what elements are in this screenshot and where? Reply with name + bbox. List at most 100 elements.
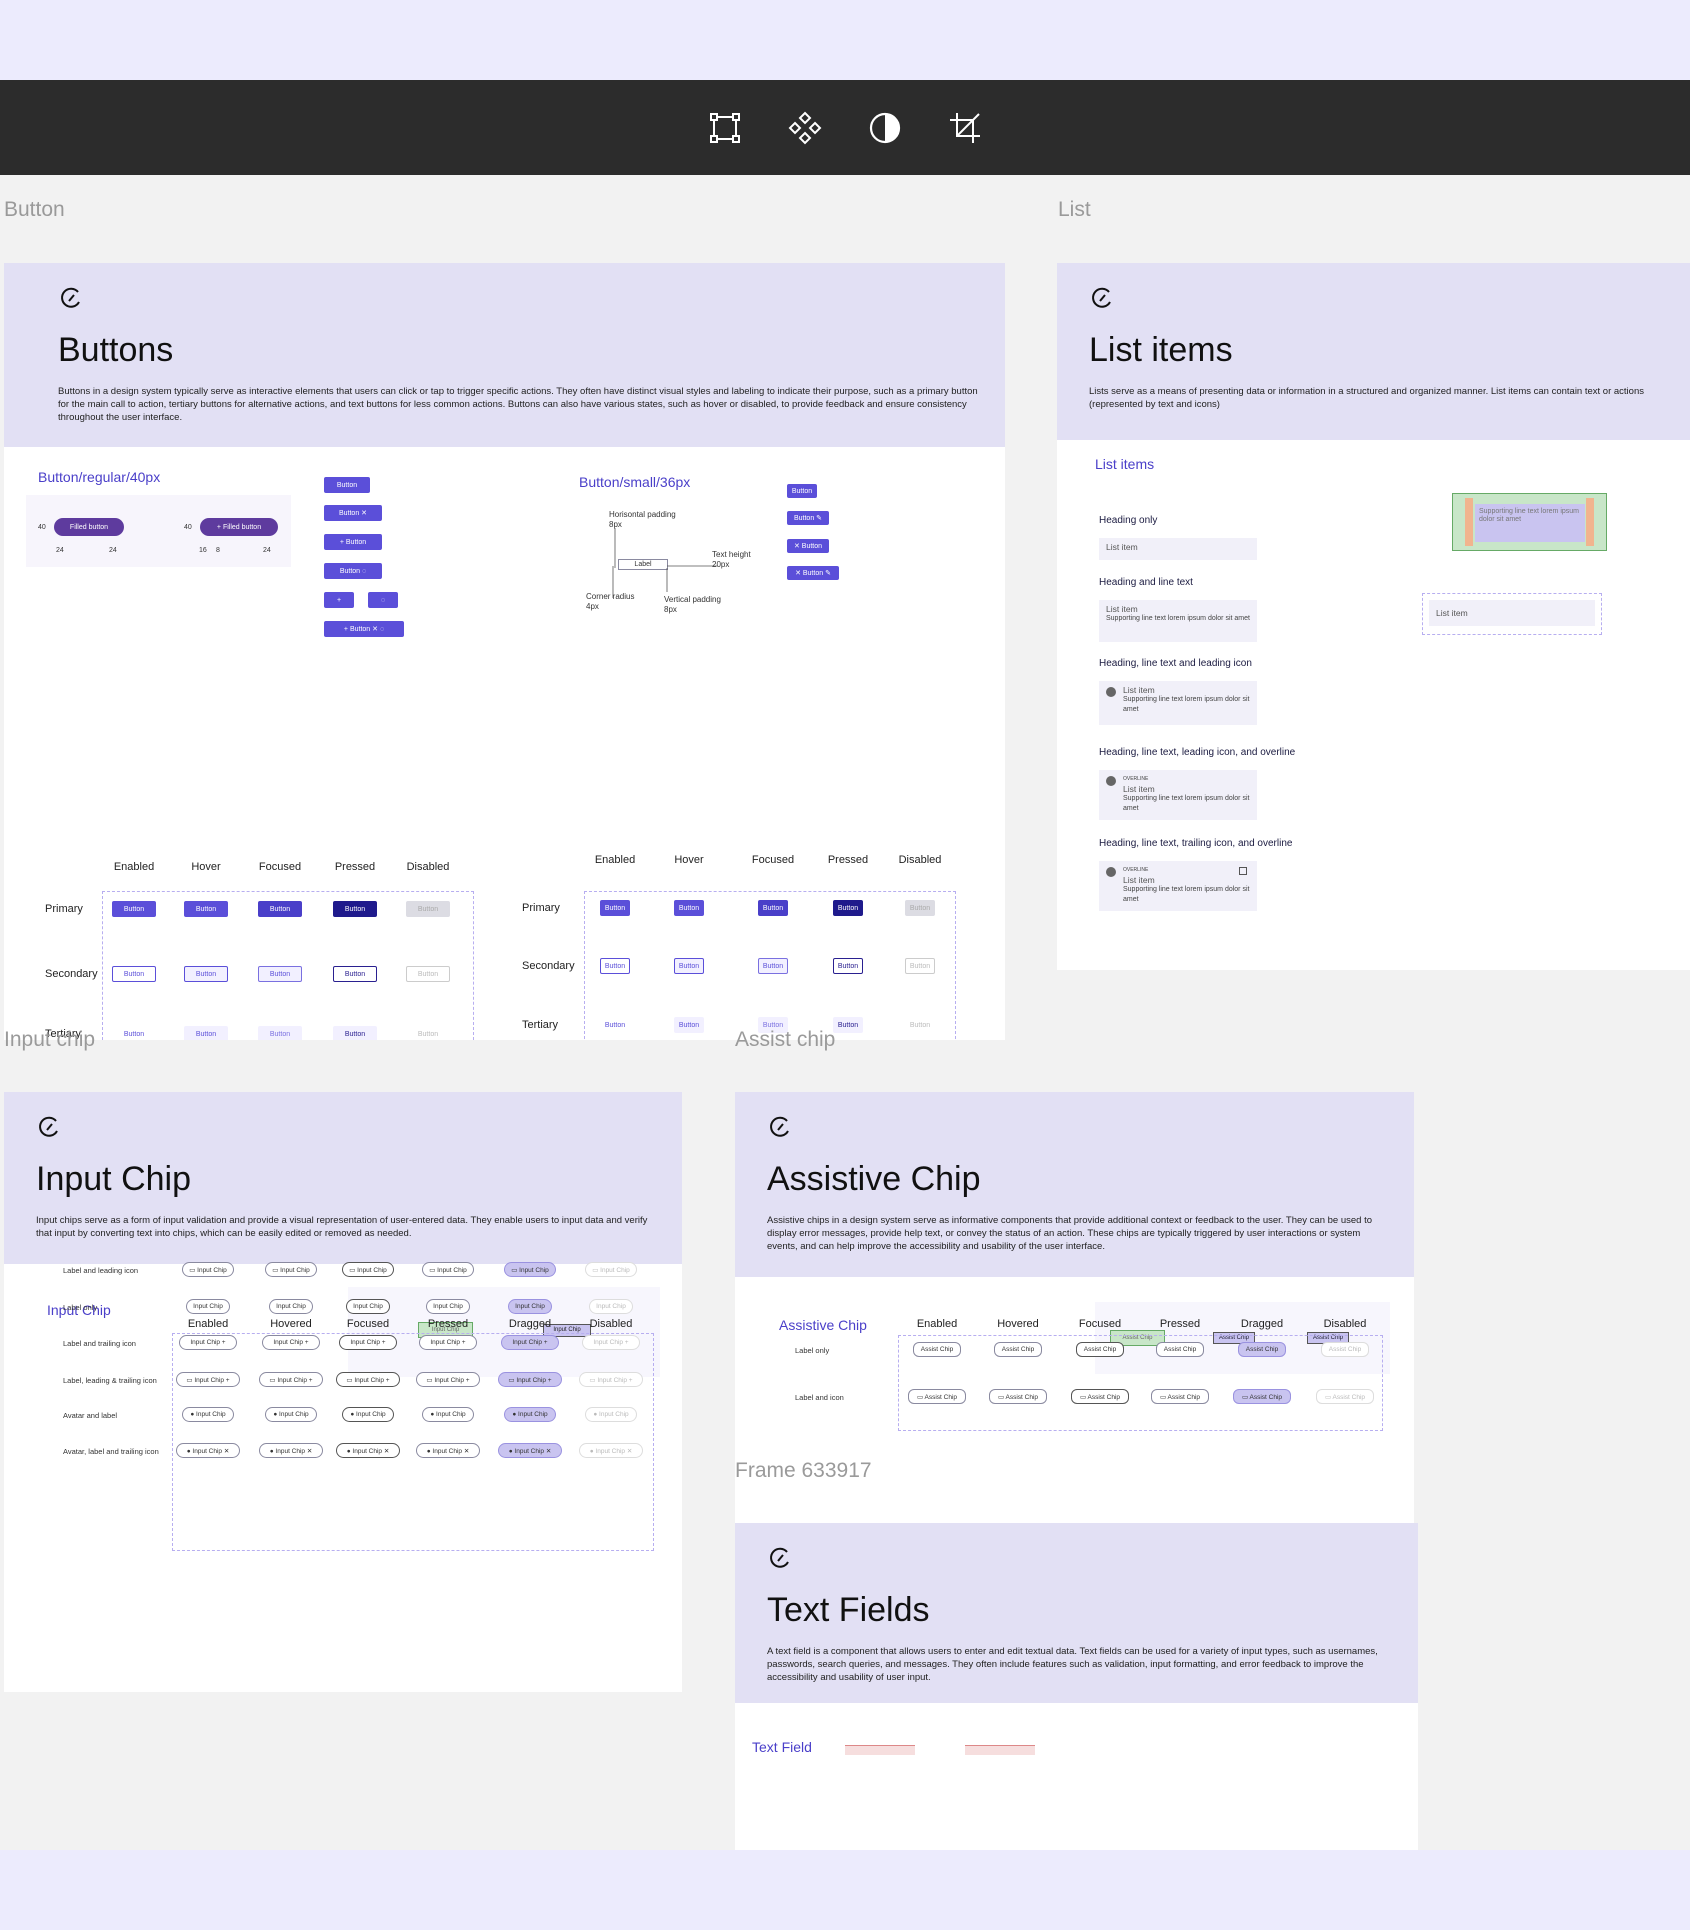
input-chip[interactable]: ▭ Input Chip + (336, 1372, 400, 1387)
input-chip[interactable]: Input Chip + (582, 1335, 640, 1350)
matrix-button[interactable]: Button (905, 1017, 935, 1033)
frame-icon[interactable] (706, 109, 744, 147)
matrix-button[interactable]: Button (184, 901, 228, 917)
matrix-button[interactable]: Button (258, 966, 302, 982)
matrix-button[interactable]: Button (600, 1017, 630, 1033)
list-item[interactable]: List item Supporting line text lorem ipsu… (1099, 681, 1257, 725)
input-chip[interactable]: Input Chip (589, 1299, 633, 1314)
matrix-button[interactable]: Button (905, 900, 935, 916)
matrix-button[interactable]: Button (184, 1026, 228, 1040)
matrix-button[interactable]: Button (674, 958, 704, 974)
assist-chip[interactable]: ▭ Assist Chip (989, 1389, 1047, 1404)
assist-chip[interactable]: ▭ Assist Chip (1071, 1389, 1129, 1404)
assist-chip[interactable]: Assist Chip (1156, 1342, 1204, 1357)
input-chip[interactable]: ● Input Chip ✕ (336, 1443, 400, 1458)
assist-chip[interactable]: Assist Chip (1321, 1342, 1369, 1357)
input-chip[interactable]: ● Input Chip (265, 1407, 317, 1422)
sample-button-full[interactable]: + Button ✕ ◌ (324, 621, 404, 637)
input-chip[interactable]: ▭ Input Chip (342, 1262, 394, 1277)
input-chip[interactable]: ▭ Input Chip + (416, 1372, 480, 1387)
input-chip[interactable]: Input Chip + (501, 1335, 559, 1350)
matrix-button[interactable]: Button (905, 958, 935, 974)
sample-button-loading[interactable]: Button ◌ (324, 563, 382, 579)
list-item[interactable]: List item (1429, 600, 1595, 626)
matrix-button[interactable]: Button (758, 958, 788, 974)
list-item[interactable]: List item Supporting line text lorem ipsu… (1099, 600, 1257, 642)
small-button[interactable]: Button (787, 484, 817, 498)
input-chip[interactable]: Input Chip (426, 1299, 470, 1314)
matrix-button[interactable]: Button (674, 1017, 704, 1033)
components-icon[interactable] (786, 109, 824, 147)
matrix-button[interactable]: Button (406, 901, 450, 917)
list-item[interactable]: List item (1099, 538, 1257, 560)
input-chip[interactable]: ▭ Input Chip (585, 1262, 637, 1277)
matrix-button[interactable]: Button (600, 900, 630, 916)
input-chip[interactable]: Input Chip (186, 1299, 230, 1314)
list-item[interactable]: OVERLINE List item Supporting line text lo… (1099, 770, 1257, 820)
matrix-button[interactable]: Button (112, 966, 156, 982)
matrix-button[interactable]: Button (600, 958, 630, 974)
input-chip[interactable]: Input Chip + (419, 1335, 477, 1350)
input-chip[interactable]: ● Input Chip (422, 1407, 474, 1422)
assist-chip[interactable]: Assist Chip (913, 1342, 961, 1357)
matrix-button[interactable]: Button (112, 1026, 156, 1040)
input-chip[interactable]: ● Input Chip ✕ (259, 1443, 323, 1458)
input-chip[interactable]: ● Input Chip (342, 1407, 394, 1422)
filled-button[interactable]: Filled button (54, 518, 124, 536)
input-chip[interactable]: ▭ Input Chip (265, 1262, 317, 1277)
frame-label-frame[interactable]: Frame 633917 (735, 1459, 872, 1483)
assist-chip[interactable]: ▭ Assist Chip (1316, 1389, 1374, 1404)
small-button-close[interactable]: ✕ Button (787, 539, 829, 553)
matrix-button[interactable]: Button (758, 900, 788, 916)
frame-label-input-chip[interactable]: Input chip (4, 1028, 95, 1052)
input-chip[interactable]: Input Chip + (179, 1335, 237, 1350)
frame-label-assist-chip[interactable]: Assist chip (735, 1028, 835, 1052)
icon-only-button-plus[interactable]: + (324, 592, 354, 608)
matrix-button[interactable]: Button (833, 900, 863, 916)
small-button-edit[interactable]: Button ✎ (787, 511, 829, 525)
input-chip[interactable]: Input Chip (346, 1299, 390, 1314)
matrix-button[interactable]: Button (333, 966, 377, 982)
input-chip[interactable]: ● Input Chip (182, 1407, 234, 1422)
input-chip[interactable]: ▭ Input Chip + (176, 1372, 240, 1387)
assist-chip[interactable]: Assist Chip (1076, 1342, 1124, 1357)
matrix-button[interactable]: Button (406, 1026, 450, 1040)
checkbox-icon[interactable] (1239, 867, 1247, 875)
input-chip[interactable]: ▭ Input Chip + (579, 1372, 643, 1387)
sample-button-plus[interactable]: + Button (324, 534, 382, 550)
input-chip[interactable]: Input Chip (269, 1299, 313, 1314)
input-chip[interactable]: Input Chip + (262, 1335, 320, 1350)
filled-button-icon[interactable]: + Filled button (200, 518, 278, 536)
matrix-button[interactable]: Button (833, 958, 863, 974)
input-chip[interactable]: ▭ Input Chip (182, 1262, 234, 1277)
small-button-full[interactable]: ✕ Button ✎ (787, 566, 839, 580)
assist-chip[interactable]: Assist Chip (994, 1342, 1042, 1357)
assist-chip[interactable]: Assist Chip (1238, 1342, 1286, 1357)
input-chip[interactable]: ● Input Chip (585, 1407, 637, 1422)
assist-chip[interactable]: ▭ Assist Chip (1233, 1389, 1291, 1404)
matrix-button[interactable]: Button (333, 1026, 377, 1040)
input-chip[interactable]: ● Input Chip ✕ (416, 1443, 480, 1458)
frame-label-button[interactable]: Button (4, 198, 65, 222)
list-item[interactable]: OVERLINE List item Supporting line text lo… (1099, 861, 1257, 911)
matrix-button[interactable]: Button (112, 901, 156, 917)
input-chip[interactable]: ● Input Chip ✕ (498, 1443, 562, 1458)
input-chip[interactable]: ▭ Input Chip + (498, 1372, 562, 1387)
matrix-button[interactable]: Button (258, 1026, 302, 1040)
matrix-button[interactable]: Button (674, 900, 704, 916)
input-chip[interactable]: ● Input Chip ✕ (579, 1443, 643, 1458)
input-chip[interactable]: Input Chip + (339, 1335, 397, 1350)
input-chip[interactable]: ● Input Chip ✕ (176, 1443, 240, 1458)
matrix-button[interactable]: Button (258, 901, 302, 917)
input-chip[interactable]: Input Chip (508, 1299, 552, 1314)
matrix-button[interactable]: Button (833, 1017, 863, 1033)
input-chip[interactable]: ▭ Input Chip (504, 1262, 556, 1277)
input-chip[interactable]: ▭ Input Chip + (259, 1372, 323, 1387)
assist-chip[interactable]: ▭ Assist Chip (1151, 1389, 1209, 1404)
input-chip[interactable]: ▭ Input Chip (422, 1262, 474, 1277)
crop-icon[interactable] (946, 109, 984, 147)
matrix-button[interactable]: Button (406, 966, 450, 982)
contrast-icon[interactable] (866, 109, 904, 147)
frame-label-list[interactable]: List (1058, 198, 1091, 222)
icon-only-button-loading[interactable]: ◌ (368, 592, 398, 608)
